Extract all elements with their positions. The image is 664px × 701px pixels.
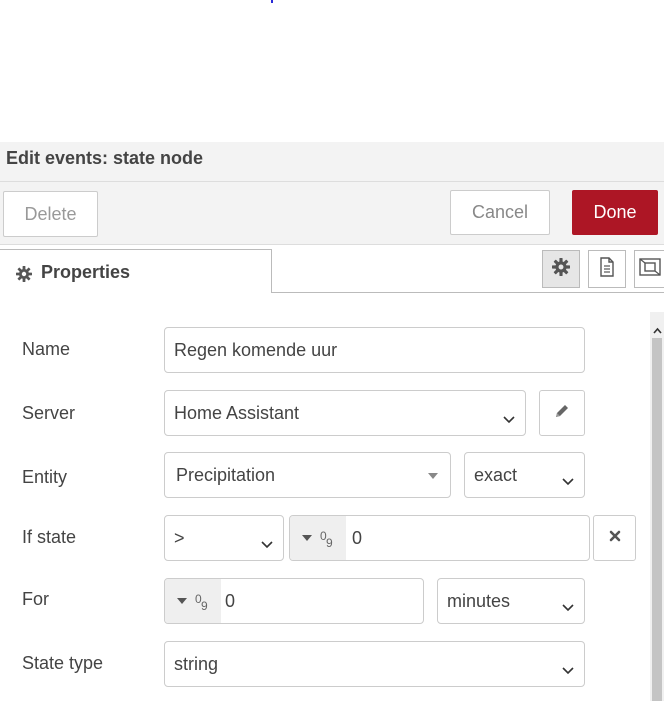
entity-label: Entity: [22, 467, 68, 487]
chevron-down-icon: [562, 659, 574, 680]
properties-form: Name Regen komende uur Server Home Assis…: [0, 293, 650, 701]
dialog-toolbar: Delete Cancel Done: [0, 182, 664, 245]
caret-down-icon: [428, 473, 438, 479]
server-select-value: Home Assistant: [174, 402, 300, 423]
state-type-label: State type: [22, 653, 104, 673]
caret-down-icon: [302, 535, 312, 541]
if-state-value: 0: [352, 527, 363, 548]
if-state-value-input[interactable]: 09 0: [289, 515, 590, 561]
if-state-type-selector[interactable]: 09: [290, 516, 346, 560]
description-icon: [598, 256, 616, 282]
edit-server-button[interactable]: [539, 390, 585, 436]
chevron-down-icon: [562, 470, 574, 491]
state-type-select[interactable]: string: [164, 641, 585, 687]
for-value-input[interactable]: 09 0: [164, 578, 424, 624]
pencil-icon: [554, 403, 570, 424]
name-input[interactable]: Regen komende uur: [164, 327, 585, 373]
for-type-selector[interactable]: 09: [165, 579, 221, 623]
caret-down-icon: [177, 598, 187, 604]
number-type-icon: 09: [320, 529, 333, 550]
name-label: Name: [22, 339, 71, 359]
if-state-operator-select[interactable]: >: [164, 515, 284, 561]
entity-input-value: Precipitation: [176, 464, 276, 485]
close-icon: [609, 529, 621, 547]
if-state-operator-value: >: [174, 527, 185, 548]
gear-icon: [16, 266, 32, 287]
tab-bar: Properties: [0, 245, 664, 293]
for-label: For: [22, 589, 49, 609]
workspace-background: [0, 0, 664, 142]
entity-input[interactable]: Precipitation: [164, 452, 451, 498]
entity-match-select[interactable]: exact: [464, 452, 585, 498]
workspace-marker: [271, 0, 273, 3]
chevron-down-icon: [562, 596, 574, 617]
form-scrollbar[interactable]: [650, 312, 664, 701]
scrollbar-thumb[interactable]: [652, 338, 662, 701]
clear-if-state-button[interactable]: [593, 515, 636, 561]
dialog-header: Edit events: state node: [0, 142, 664, 182]
for-unit-select[interactable]: minutes: [437, 578, 585, 624]
for-value: 0: [225, 590, 236, 611]
tab-description[interactable]: [588, 250, 626, 288]
appearance-icon: [638, 257, 661, 281]
number-type-icon: 09: [195, 592, 208, 613]
gear-icon: [552, 257, 570, 281]
name-input-value: Regen komende uur: [174, 339, 338, 360]
done-button[interactable]: Done: [572, 190, 658, 235]
chevron-up-icon[interactable]: [653, 321, 662, 339]
chevron-down-icon: [503, 408, 515, 429]
delete-button[interactable]: Delete: [3, 191, 98, 237]
tab-properties[interactable]: Properties: [0, 249, 272, 293]
tab-properties-label: Properties: [41, 262, 131, 282]
state-type-value: string: [174, 653, 219, 674]
if-state-label: If state: [22, 527, 77, 547]
server-select[interactable]: Home Assistant: [164, 390, 526, 436]
for-unit-value: minutes: [447, 590, 511, 611]
tab-node-settings[interactable]: [542, 250, 580, 288]
tab-appearance[interactable]: [634, 250, 664, 288]
server-label: Server: [22, 403, 76, 423]
entity-match-value: exact: [474, 464, 518, 485]
dialog-title: Edit events: state node: [6, 148, 204, 168]
cancel-button[interactable]: Cancel: [450, 190, 550, 235]
chevron-down-icon: [261, 533, 273, 554]
